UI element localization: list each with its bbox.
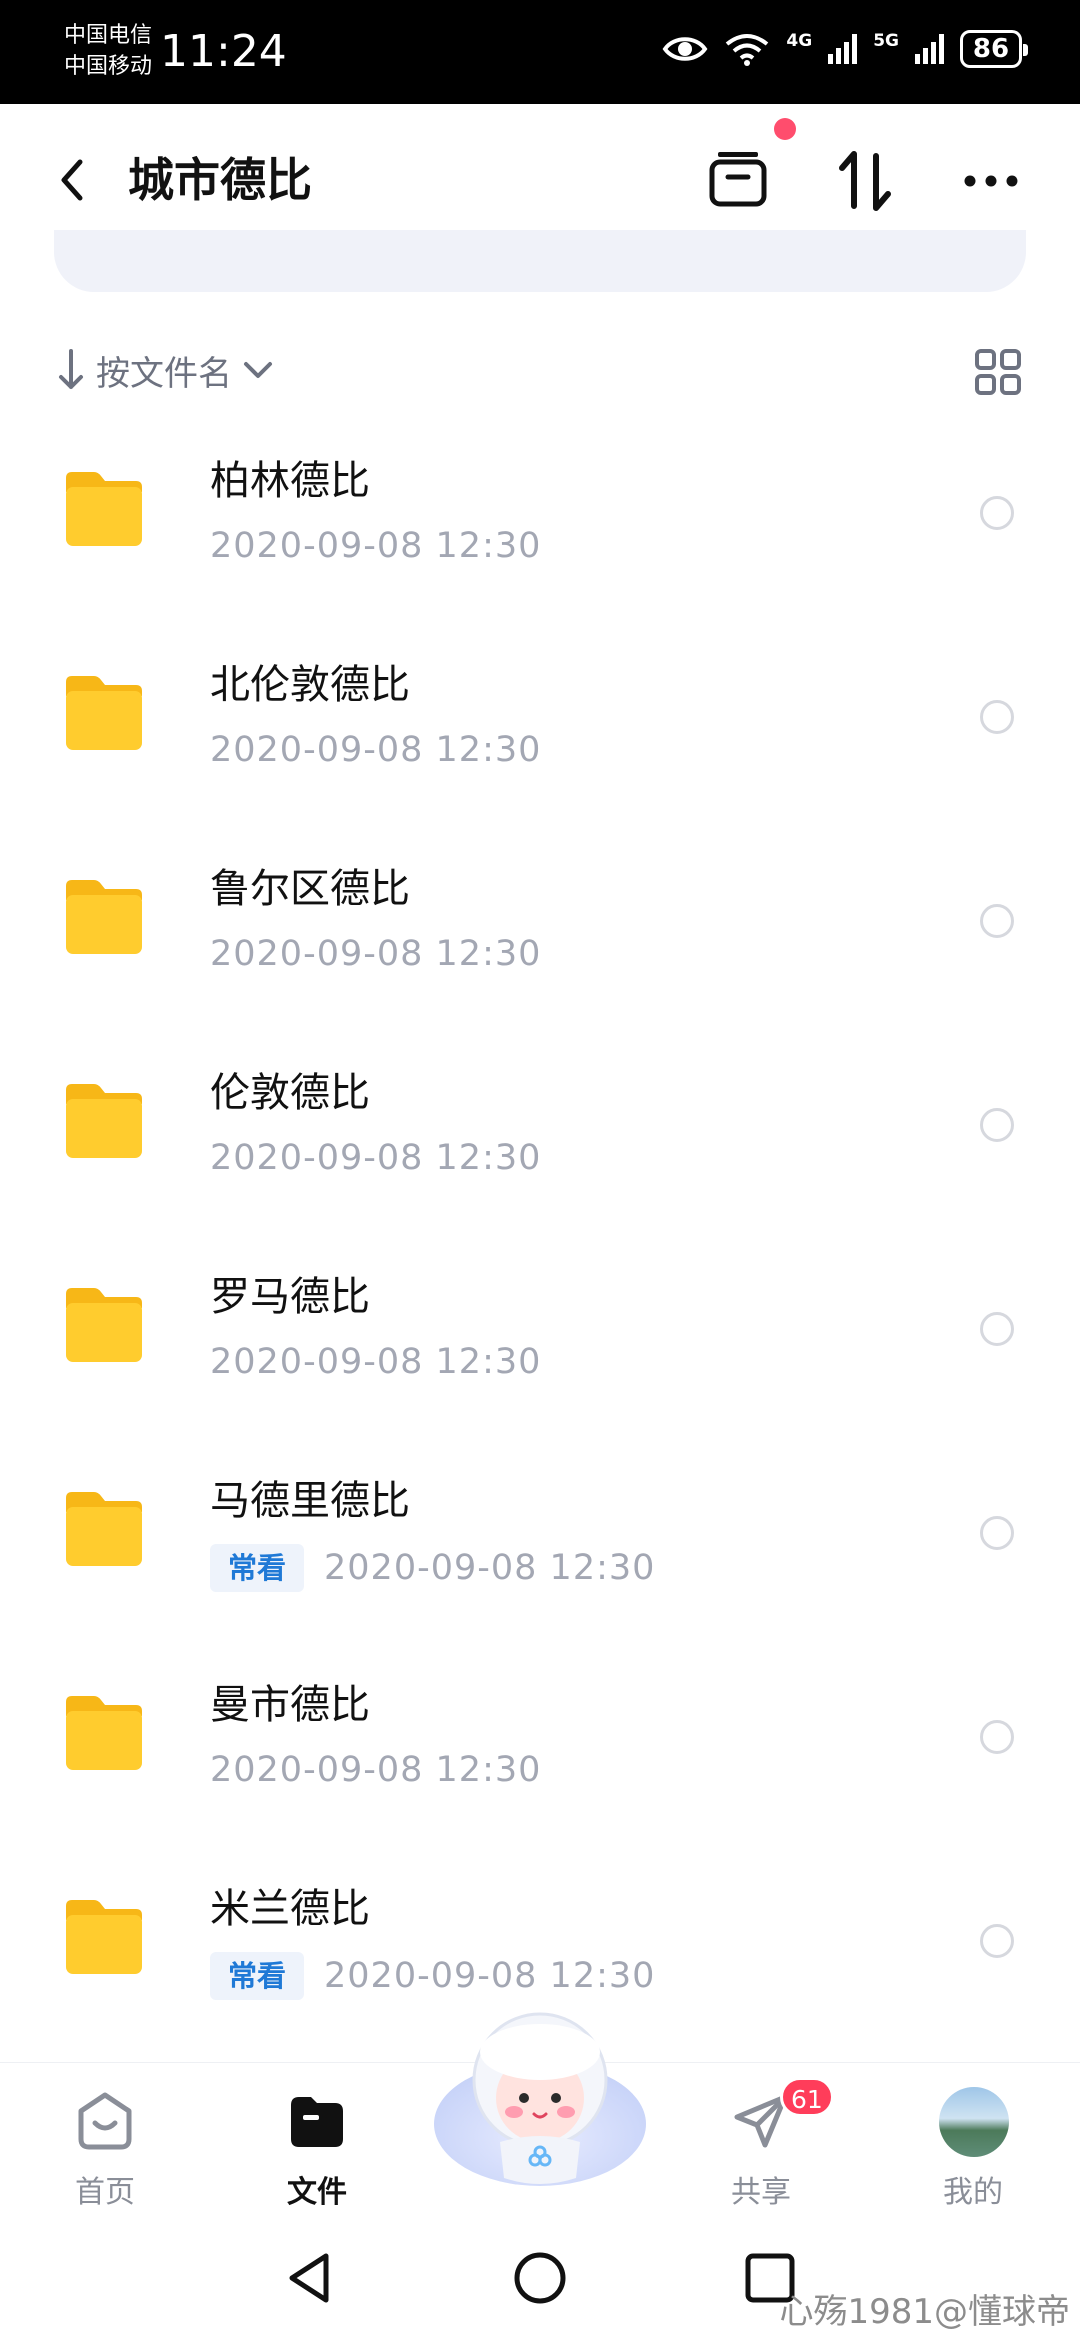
folder-icon — [66, 1492, 142, 1566]
carrier-labels: 中国电信 中国移动 — [64, 20, 152, 82]
file-time: 2020-09-08 12:30 — [210, 730, 542, 770]
tab-home[interactable]: 首页 — [40, 2077, 170, 2217]
select-radio[interactable] — [980, 496, 1014, 530]
file-name: 罗马德比 — [210, 1274, 370, 1320]
select-radio[interactable] — [980, 904, 1014, 938]
frequent-badge: 常看 — [210, 1952, 305, 2000]
file-row[interactable]: 伦敦德比 2020-09-08 12:30 — [0, 1032, 1080, 1236]
file-row[interactable]: 鲁尔区德比 2020-09-08 12:30 — [0, 828, 1080, 1032]
signal-bars-2-icon — [915, 34, 944, 64]
header: 城市德比 — [0, 104, 1080, 250]
folder-icon — [66, 1288, 142, 1362]
sort-selector[interactable]: 按文件名 — [56, 340, 276, 400]
select-radio[interactable] — [980, 1924, 1014, 1958]
file-meta: 2020-09-08 12:30 — [210, 1748, 541, 1792]
select-radio[interactable] — [980, 1312, 1014, 1346]
tab-share-label: 共享 — [731, 2175, 791, 2210]
more-dots-icon[interactable] — [956, 146, 1026, 216]
tab-files-label: 文件 — [287, 2175, 347, 2210]
status-icons: 4G 5G 86 — [662, 30, 1028, 68]
file-time: 2020-09-08 12:30 — [210, 1750, 542, 1790]
file-row[interactable]: 曼市德比 2020-09-08 12:30 — [0, 1644, 1080, 1848]
network-type-2: 5G — [873, 31, 899, 51]
folder-icon — [66, 880, 142, 954]
file-meta: 常看 2020-09-08 12:30 — [210, 1952, 655, 2000]
file-meta: 2020-09-08 12:30 — [210, 932, 541, 976]
folder-icon — [66, 1900, 142, 1974]
tab-home-label: 首页 — [75, 2175, 135, 2210]
folder-tab-icon — [291, 2097, 343, 2147]
sort-label: 按文件名 — [96, 353, 232, 394]
page-title: 城市德比 — [128, 153, 312, 207]
folder-icon — [66, 1084, 142, 1158]
file-name: 北伦敦德比 — [210, 662, 410, 708]
back-arrow-icon[interactable] — [50, 150, 94, 210]
file-name: 伦敦德比 — [210, 1070, 370, 1116]
file-name: 曼市德比 — [210, 1682, 370, 1728]
file-meta: 2020-09-08 12:30 — [210, 1340, 541, 1384]
file-time: 2020-09-08 12:30 — [324, 1548, 656, 1588]
watermark: 心殇1981@懂球帝 — [779, 2292, 1070, 2332]
search-band — [54, 230, 1026, 292]
chevron-down-icon — [244, 362, 272, 378]
folder-icon — [66, 676, 142, 750]
eye-icon — [662, 37, 708, 61]
assistant-mascot-icon[interactable] — [430, 2002, 650, 2202]
system-back-icon[interactable] — [280, 2248, 340, 2308]
tab-share[interactable]: 61 共享 — [696, 2077, 834, 2217]
wifi-icon — [726, 34, 769, 66]
tab-me[interactable]: 我的 — [908, 2077, 1038, 2217]
clock: 11:24 — [160, 26, 287, 77]
avatar — [939, 2087, 1009, 2157]
notification-dot — [774, 118, 796, 140]
file-name: 马德里德比 — [210, 1478, 410, 1524]
folder-icon — [66, 472, 142, 546]
battery-indicator: 86 — [960, 30, 1028, 68]
grid-view-icon[interactable] — [974, 348, 1022, 396]
file-time: 2020-09-08 12:30 — [324, 1956, 656, 1996]
file-row[interactable]: 罗马德比 2020-09-08 12:30 — [0, 1236, 1080, 1440]
battery-level: 86 — [972, 34, 1010, 64]
frequent-badge: 常看 — [210, 1544, 305, 1592]
file-time: 2020-09-08 12:30 — [210, 934, 542, 974]
tab-files[interactable]: 文件 — [252, 2077, 382, 2217]
select-radio[interactable] — [980, 1720, 1014, 1754]
archive-box-icon[interactable] — [706, 146, 770, 210]
file-name: 柏林德比 — [210, 458, 370, 504]
select-radio[interactable] — [980, 1108, 1014, 1142]
file-row[interactable]: 北伦敦德比 2020-09-08 12:30 — [0, 624, 1080, 828]
signal-bars-1-icon — [828, 34, 858, 64]
file-row[interactable]: 马德里德比 常看 2020-09-08 12:30 — [0, 1440, 1080, 1644]
sort-direction-icon — [59, 349, 83, 389]
file-meta: 2020-09-08 12:30 — [210, 728, 541, 772]
share-notification-badge: 61 — [780, 2077, 834, 2117]
tab-me-label: 我的 — [943, 2175, 1003, 2210]
carrier-2: 中国移动 — [64, 54, 153, 79]
system-home-icon[interactable] — [510, 2248, 570, 2308]
status-bar: 中国电信 中国移动 11:24 4G 5G 86 — [0, 0, 1080, 104]
file-meta: 常看 2020-09-08 12:30 — [210, 1544, 655, 1592]
select-radio[interactable] — [980, 1516, 1014, 1550]
sort-arrows-icon[interactable] — [830, 146, 900, 216]
file-row[interactable]: 柏林德比 2020-09-08 12:30 — [0, 420, 1080, 624]
file-name: 米兰德比 — [210, 1886, 370, 1932]
file-meta: 2020-09-08 12:30 — [210, 1136, 541, 1180]
file-time: 2020-09-08 12:30 — [210, 1342, 542, 1382]
network-type-1: 4G — [786, 31, 813, 51]
home-icon — [78, 2092, 132, 2150]
file-time: 2020-09-08 12:30 — [210, 1138, 542, 1178]
file-time: 2020-09-08 12:30 — [210, 526, 542, 566]
file-name: 鲁尔区德比 — [210, 866, 410, 912]
carrier-1: 中国电信 — [64, 23, 153, 48]
select-radio[interactable] — [980, 700, 1014, 734]
file-meta: 2020-09-08 12:30 — [210, 524, 541, 568]
folder-icon — [66, 1696, 142, 1770]
